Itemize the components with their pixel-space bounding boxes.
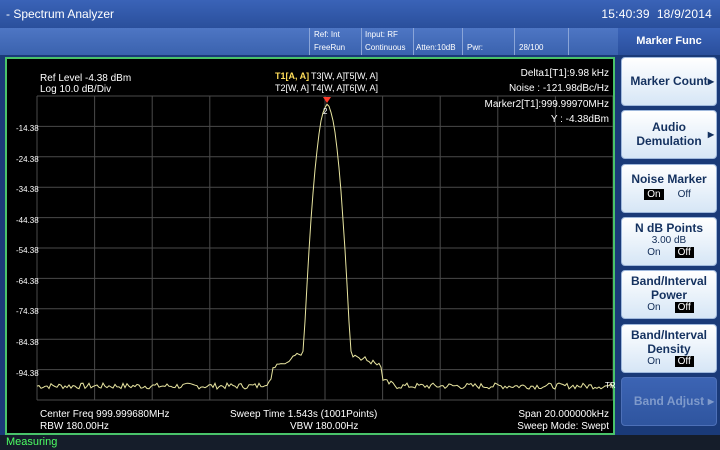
audio-label-line1: Audio bbox=[652, 120, 686, 134]
y-tick-label: -74.38 bbox=[16, 307, 39, 316]
y-tick-label: -14.38 bbox=[16, 124, 39, 133]
y-tick-label: -94.38 bbox=[16, 369, 39, 378]
y-tick-label: -64.38 bbox=[16, 277, 39, 286]
clock: 15:40:39 18/9/2014 bbox=[601, 7, 712, 21]
submenu-arrow-icon: ▶ bbox=[707, 129, 714, 139]
trace-indicator-t6[interactable]: T6[W, A] bbox=[344, 83, 378, 93]
scale-per-div: Log 10.0 dB/Div bbox=[40, 84, 112, 95]
noise-readout: Noise : -121.98dBc/Hz bbox=[508, 83, 609, 94]
marker-count-button[interactable]: Marker Count ▶ bbox=[621, 57, 717, 106]
bip-label-line2: Power bbox=[650, 288, 687, 302]
divider bbox=[361, 28, 362, 55]
trigger-mode: FreeRun bbox=[314, 43, 346, 52]
attenuation: Atten:10dB bbox=[416, 43, 456, 52]
softkey-menu-title: Marker Func bbox=[618, 28, 720, 55]
submenu-arrow-icon: ▶ bbox=[707, 76, 714, 86]
bid-label-line2: Density bbox=[647, 342, 691, 356]
marker-2-flag bbox=[323, 97, 331, 103]
delta-marker-readout: Delta1[T1]:9.98 kHz bbox=[520, 68, 609, 79]
toggle-off-selected: Off bbox=[674, 247, 694, 258]
plot-canvas: 2 bbox=[36, 95, 613, 401]
marker-2-label: 2 bbox=[323, 107, 328, 116]
trace-indicator-t3[interactable]: T3[W, A] bbox=[311, 71, 345, 81]
power-label: Pwr: bbox=[467, 43, 483, 52]
n-db-points-button[interactable]: N dB Points 3.00 dB On Off bbox=[621, 217, 717, 266]
band-adjust-label: Band Adjust bbox=[633, 394, 705, 408]
video-bandwidth: VBW 180.00Hz bbox=[290, 421, 359, 432]
sweep-type: Continuous bbox=[365, 43, 406, 52]
marker2-freq-readout: Marker2[T1]:999.99970MHz bbox=[484, 99, 609, 110]
y-tick-label: -84.38 bbox=[16, 338, 39, 347]
divider bbox=[309, 28, 310, 55]
divider bbox=[413, 28, 414, 55]
marker-count-label: Marker Count bbox=[630, 74, 708, 88]
y-tick-label: -54.38 bbox=[16, 246, 39, 255]
toggle-on: On bbox=[647, 302, 661, 313]
toggle-off-selected: Off bbox=[674, 302, 694, 313]
softkey-panel: Marker Func Marker Count ▶ Audio Demulat… bbox=[618, 28, 720, 435]
submenu-arrow-icon: ▶ bbox=[707, 396, 714, 406]
marker2-amplitude-readout: Y : -4.38dBm bbox=[550, 114, 609, 125]
window-title: - Spectrum Analyzer bbox=[6, 7, 115, 21]
plot-grid bbox=[36, 95, 613, 401]
band-interval-density-button[interactable]: Band/Interval Density On Off bbox=[621, 324, 717, 373]
status-text: Measuring bbox=[6, 436, 58, 448]
n-db-value: 3.00 dB bbox=[651, 235, 687, 246]
trace-indicator-t2[interactable]: T2[W, A] bbox=[275, 83, 309, 93]
y-tick-label: -24.38 bbox=[16, 155, 39, 164]
ref-source: Ref: Int bbox=[314, 30, 340, 39]
n-db-points-label: N dB Points bbox=[635, 221, 703, 235]
info-bar: Ref: Int Input: RF FreeRun Continuous At… bbox=[0, 28, 618, 55]
divider bbox=[462, 28, 463, 55]
status-bar: Measuring bbox=[0, 435, 720, 450]
divider bbox=[568, 28, 569, 55]
title-bar: - Spectrum Analyzer 15:40:39 18/9/2014 bbox=[0, 0, 720, 28]
bip-toggle: On Off bbox=[622, 302, 716, 314]
toggle-on: On bbox=[647, 247, 661, 258]
ref-level: Ref Level -4.38 dBm bbox=[40, 73, 132, 84]
toggle-on: On bbox=[647, 356, 661, 367]
band-interval-power-button[interactable]: Band/Interval Power On Off bbox=[621, 270, 717, 319]
date-text: 18/9/2014 bbox=[656, 7, 712, 21]
audio-label-line2: Demulation bbox=[636, 134, 702, 148]
n-db-toggle: On Off bbox=[622, 247, 716, 259]
noise-marker-button[interactable]: Noise Marker On Off bbox=[621, 164, 717, 213]
noise-marker-label: Noise Marker bbox=[631, 172, 707, 186]
sweep-count: 28/100 bbox=[519, 43, 544, 52]
bid-toggle: On Off bbox=[622, 356, 716, 368]
sweep-mode: Sweep Mode: Swept bbox=[517, 421, 609, 432]
trace-indicator-t1[interactable]: T1[A, A] bbox=[275, 71, 309, 81]
trace-indicator-t5[interactable]: T5[W, A] bbox=[344, 71, 378, 81]
bip-label-line1: Band/Interval bbox=[630, 274, 708, 288]
span: Span 20.000000kHz bbox=[518, 409, 609, 420]
toggle-off-selected: Off bbox=[674, 356, 694, 367]
center-frequency: Center Freq 999.999680MHz bbox=[40, 409, 170, 420]
divider bbox=[514, 28, 515, 55]
toggle-off: Off bbox=[677, 189, 691, 200]
y-tick-label: -44.38 bbox=[16, 216, 39, 225]
trace-indicator-t4[interactable]: T4[W, A] bbox=[311, 83, 345, 93]
trace-tag: TR bbox=[605, 381, 616, 390]
band-adjust-button[interactable]: Band Adjust ▶ bbox=[621, 377, 717, 426]
y-tick-label: -34.38 bbox=[16, 185, 39, 194]
time-text: 15:40:39 bbox=[601, 7, 650, 21]
toggle-on-selected: On bbox=[644, 189, 664, 200]
resolution-bandwidth: RBW 180.00Hz bbox=[40, 421, 109, 432]
audio-demodulation-button[interactable]: Audio Demulation ▶ bbox=[621, 110, 717, 159]
bid-label-line1: Band/Interval bbox=[630, 328, 708, 342]
input-source: Input: RF bbox=[365, 30, 398, 39]
sweep-time: Sweep Time 1.543s (1001Points) bbox=[230, 409, 378, 420]
marker-2 bbox=[323, 97, 331, 103]
noise-marker-toggle: On Off bbox=[622, 189, 716, 201]
spectrum-plot[interactable]: 2 Ref Level -4.38 dBm Log 10.0 dB/Div T1… bbox=[5, 57, 616, 435]
